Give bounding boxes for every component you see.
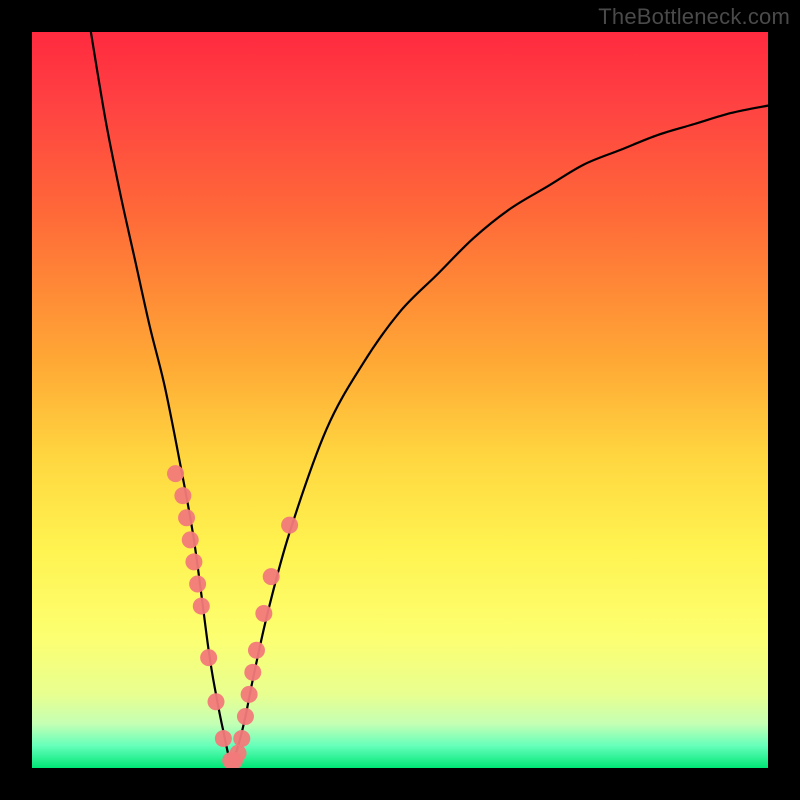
scatter-dot: [233, 730, 250, 747]
scatter-dot: [167, 465, 184, 482]
scatter-dot: [263, 568, 280, 585]
scatter-dots: [167, 465, 298, 768]
scatter-dot: [174, 487, 191, 504]
bottleneck-curve: [91, 32, 768, 761]
scatter-dot: [182, 531, 199, 548]
scatter-dot: [189, 576, 206, 593]
scatter-dot: [255, 605, 272, 622]
scatter-dot: [244, 664, 261, 681]
scatter-dot: [281, 517, 298, 534]
plot-area: [32, 32, 768, 768]
chart-frame: TheBottleneck.com: [0, 0, 800, 800]
curve-group: [91, 32, 768, 761]
scatter-dot: [185, 553, 202, 570]
scatter-dot: [178, 509, 195, 526]
scatter-dot: [208, 693, 225, 710]
scatter-dot: [230, 745, 247, 762]
scatter-dot: [215, 730, 232, 747]
scatter-dot: [200, 649, 217, 666]
scatter-dot: [193, 598, 210, 615]
scatter-dot: [241, 686, 258, 703]
scatter-dot: [248, 642, 265, 659]
watermark-text: TheBottleneck.com: [598, 4, 790, 30]
scatter-dot: [237, 708, 254, 725]
bottleneck-curve-svg: [32, 32, 768, 768]
